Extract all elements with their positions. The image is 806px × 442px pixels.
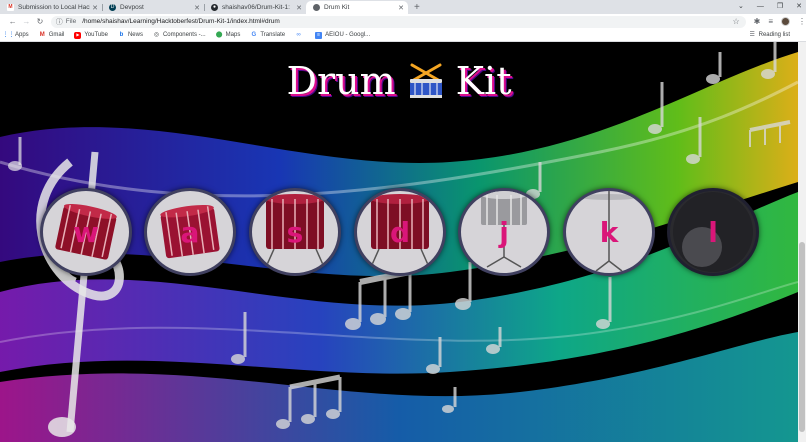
browser-toolbar: ← → ↻ ⓘ File /home/shaishav/Learning/Hac… — [0, 14, 806, 29]
tab-devpost[interactable]: D Devpost ✕ — [102, 1, 204, 14]
bookmark-label: Translate — [260, 32, 286, 38]
pad-key-label: k — [599, 215, 619, 249]
bookmark-translate[interactable]: G Translate — [250, 32, 285, 39]
github-icon: ● — [211, 4, 218, 11]
pad-key-label: d — [389, 215, 411, 249]
drum-pad-d[interactable]: d — [354, 188, 446, 276]
close-window-icon[interactable]: ✕ — [796, 0, 802, 13]
news-icon: b — [119, 32, 124, 38]
page-viewport: Drum Kit w a s d j k l — [0, 42, 798, 442]
devpost-icon: D — [109, 4, 116, 11]
reading-list-label: Reading list — [758, 31, 790, 38]
drum-pad-l[interactable]: l — [667, 188, 759, 276]
bookmark-label: Components -... — [162, 32, 206, 38]
minimize-icon[interactable]: — — [757, 0, 764, 13]
bookmark-components[interactable]: ◎ Components -... — [153, 32, 206, 39]
close-icon[interactable]: ✕ — [194, 4, 200, 12]
address-scheme: File — [65, 18, 77, 25]
new-tab-button[interactable]: + — [414, 1, 420, 14]
bookmark-label: YouTube — [84, 32, 108, 38]
bookmark-maps[interactable]: ⬤ Maps — [216, 32, 241, 39]
avatar[interactable] — [780, 17, 790, 26]
globe-icon — [313, 4, 320, 11]
page-scrollbar[interactable] — [798, 42, 806, 442]
close-icon[interactable]: ✕ — [398, 4, 404, 12]
menu-icon[interactable]: ⋮ — [798, 17, 806, 26]
pad-key-label: s — [286, 215, 304, 249]
apps-grid-icon: ⋮⋮ — [2, 32, 15, 38]
close-icon[interactable]: ✕ — [296, 4, 302, 12]
pad-key-label: l — [708, 215, 718, 249]
bookmark-aeiou[interactable]: ≡ AEIOU - Googl... — [315, 31, 371, 39]
restore-icon[interactable]: ❐ — [777, 0, 783, 13]
drum-pad-s[interactable]: s — [249, 188, 341, 276]
back-icon[interactable]: ← — [6, 17, 20, 26]
link-icon: ∞ — [296, 32, 301, 38]
pad-key-label: j — [499, 215, 509, 249]
drum-pad-a[interactable]: a — [144, 188, 236, 276]
gmail-icon: M — [39, 32, 45, 38]
media-icon[interactable]: ≡ — [768, 17, 773, 26]
address-bar[interactable]: ⓘ File /home/shaishav/Learning/Hacktober… — [50, 15, 746, 28]
info-icon[interactable]: ⓘ — [56, 17, 63, 27]
close-icon[interactable]: ✕ — [92, 4, 98, 12]
forward-icon[interactable]: → — [20, 17, 34, 26]
drum-pad-w[interactable]: w — [40, 188, 132, 276]
bookmark-star-icon[interactable]: ☆ — [732, 17, 739, 26]
extensions-icon[interactable]: ✱ — [754, 17, 761, 26]
translate-icon: G — [251, 32, 257, 38]
tab-title: Submission to Local Hack — [18, 4, 91, 11]
docs-icon: ≡ — [315, 31, 323, 39]
tab-drum-kit[interactable]: Drum Kit ✕ — [306, 1, 408, 14]
reading-list-icon: ☰ — [749, 31, 755, 38]
bookmark-link[interactable]: ∞ — [295, 32, 305, 39]
tab-search-icon[interactable]: ⌄ — [738, 0, 744, 13]
tab-title: Devpost — [120, 4, 144, 11]
window-controls: ⌄ — ❐ ✕ — [738, 0, 802, 13]
maps-icon: ⬤ — [215, 32, 223, 38]
tab-strip: M Submission to Local Hack ✕ D Devpost ✕… — [0, 0, 806, 14]
address-url: /home/shaishav/Learning/Hacktoberfest/Dr… — [82, 18, 280, 25]
bookmark-label: Gmail — [48, 32, 65, 38]
bookmark-label: News — [127, 32, 143, 38]
tab-title: Drum Kit — [324, 4, 350, 11]
bookmark-youtube[interactable]: ▶ YouTube — [74, 31, 108, 39]
youtube-icon: ▶ — [74, 31, 82, 39]
gmail-icon: M — [7, 4, 14, 11]
tab-gmail[interactable]: M Submission to Local Hack ✕ — [0, 1, 102, 14]
components-icon: ◎ — [153, 32, 160, 38]
bookmark-label: Maps — [225, 32, 241, 38]
bookmark-gmail[interactable]: M Gmail — [39, 32, 65, 39]
tab-github[interactable]: ● shaishav06/Drum-Kit-1: ✕ — [204, 1, 306, 14]
bookmarks-bar: ⋮⋮ Apps M Gmail ▶ YouTube b News ◎ Compo… — [0, 29, 806, 42]
reload-icon[interactable]: ↻ — [33, 17, 47, 26]
bookmark-label: AEIOU - Googl... — [325, 32, 371, 38]
drum-pads: w a s d j k l — [0, 42, 798, 442]
drum-pad-k[interactable]: k — [563, 188, 655, 276]
scrollbar-thumb[interactable] — [799, 242, 805, 432]
pad-key-label: w — [73, 215, 99, 249]
tab-title: shaishav06/Drum-Kit-1: — [222, 4, 290, 11]
bookmark-news[interactable]: b News — [118, 32, 143, 39]
pad-key-label: a — [180, 215, 200, 249]
reading-list-button[interactable]: ☰ Reading list — [749, 31, 790, 38]
bookmark-label: Apps — [15, 32, 29, 38]
bookmark-apps[interactable]: ⋮⋮ Apps — [2, 32, 29, 39]
drum-pad-j[interactable]: j — [458, 188, 550, 276]
